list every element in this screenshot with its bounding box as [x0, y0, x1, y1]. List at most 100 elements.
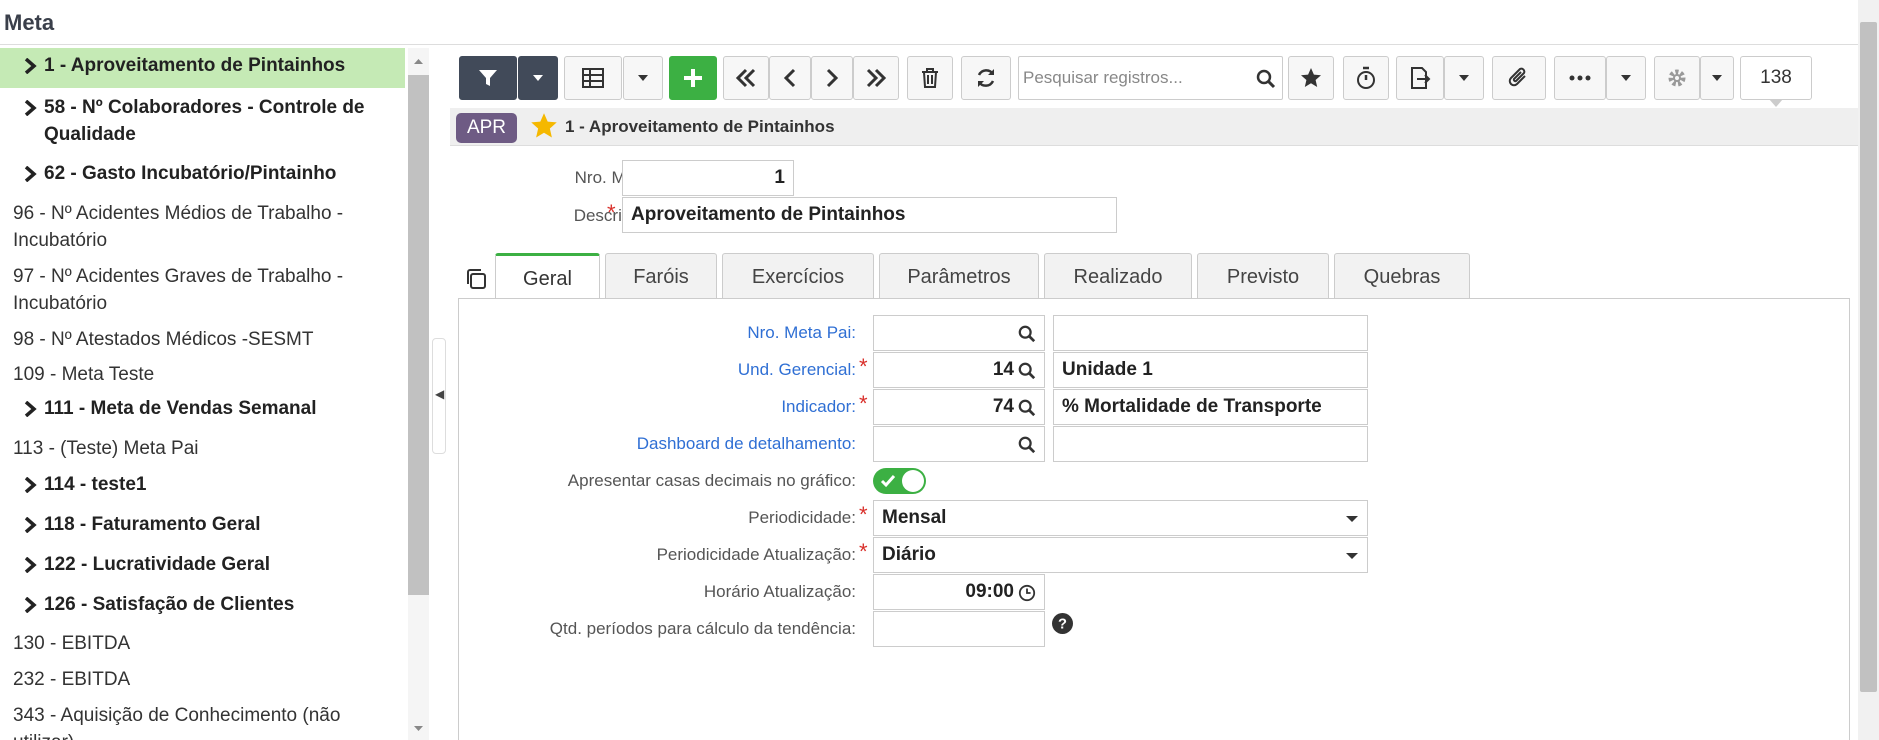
search-icon[interactable] — [1018, 362, 1036, 380]
tree-item[interactable]: 62 - Gasto Incubatório/Pintainho — [0, 156, 405, 194]
collapse-sidebar-button[interactable]: ◀ — [432, 338, 446, 454]
search-icon[interactable] — [1018, 436, 1036, 454]
scroll-down-icon[interactable] — [412, 724, 425, 734]
first-record-button[interactable] — [723, 56, 769, 100]
periodicidade-atualizacao-select[interactable]: Diário — [873, 537, 1368, 573]
tree-item[interactable]: 126 - Satisfação de Clientes — [0, 587, 405, 625]
tree-item[interactable]: 113 - (Teste) Meta Pai — [0, 431, 405, 465]
search-icon[interactable] — [1018, 399, 1036, 417]
check-icon — [880, 475, 896, 488]
indicador-label[interactable]: Indicador: — [500, 397, 856, 417]
meta-tree: 1 - Aproveitamento de Pintainhos 58 - Nº … — [0, 48, 430, 740]
required-marker: * — [859, 391, 868, 416]
favorites-button[interactable] — [1288, 56, 1334, 100]
chevron-right-icon[interactable] — [22, 517, 38, 533]
more-dropdown-button[interactable] — [1606, 56, 1646, 100]
refresh-button[interactable] — [961, 56, 1011, 100]
delete-button[interactable] — [907, 56, 953, 100]
tree-item[interactable]: 232 - EBITDA — [0, 662, 405, 696]
und-gerencial-label[interactable]: Und. Gerencial: — [500, 360, 856, 380]
meta-pai-field[interactable] — [873, 315, 1045, 351]
chevron-down-icon — [1621, 75, 1631, 81]
chevron-down-icon — [1346, 516, 1358, 522]
tree-item[interactable]: 109 - Meta Teste — [0, 357, 405, 391]
chevron-right-icon[interactable] — [22, 597, 38, 613]
tab-realizado[interactable]: Realizado — [1044, 253, 1192, 299]
tree-item-label: 130 - EBITDA — [13, 633, 131, 654]
tab-geral[interactable]: Geral — [495, 253, 600, 300]
tree-item[interactable]: 96 - Nº Acidentes Médios de Trabalho - I… — [0, 196, 405, 258]
next-record-button[interactable] — [811, 56, 853, 100]
page-scrollbar[interactable] — [1858, 0, 1879, 740]
nro-meta-field[interactable]: 1 — [622, 160, 794, 196]
export-dropdown-button[interactable] — [1444, 56, 1484, 100]
search-icon[interactable] — [1018, 325, 1036, 343]
qtd-periodos-field[interactable] — [873, 611, 1045, 647]
prev-record-button[interactable] — [769, 56, 811, 100]
search-icon[interactable] — [1256, 69, 1276, 89]
chevron-right-icon[interactable] — [22, 58, 38, 74]
tab-quebras[interactable]: Quebras — [1334, 253, 1470, 299]
filter-dropdown-button[interactable] — [518, 56, 558, 100]
grid-dropdown-button[interactable] — [623, 56, 663, 100]
copy-icon[interactable] — [464, 267, 488, 291]
tree-item[interactable]: 1 - Aproveitamento de Pintainhos — [0, 48, 405, 88]
tree-item-label: 114 - teste1 — [44, 474, 147, 495]
tree-item[interactable]: 58 - Nº Colaboradores - Controle de Qual… — [0, 90, 405, 154]
favorite-star-icon[interactable] — [530, 112, 558, 140]
tree-item[interactable]: 122 - Lucratividade Geral — [0, 547, 405, 585]
tab-previsto[interactable]: Previsto — [1197, 253, 1329, 299]
attachments-button[interactable] — [1492, 56, 1546, 100]
trash-icon — [922, 68, 938, 88]
descricao-field[interactable]: Aproveitamento de Pintainhos — [622, 197, 1117, 233]
indicador-field[interactable]: 74 — [873, 389, 1045, 425]
svg-text:?: ? — [1058, 617, 1067, 633]
chevron-right-icon[interactable] — [22, 401, 38, 417]
horario-value: 09:00 — [965, 581, 1014, 602]
tree-item[interactable]: 97 - Nº Acidentes Graves de Trabalho - I… — [0, 259, 405, 321]
chevron-right-icon[interactable] — [22, 166, 38, 182]
chevron-right-icon[interactable] — [22, 557, 38, 573]
und-gerencial-field[interactable]: 14 — [873, 352, 1045, 388]
grid-view-button[interactable] — [564, 56, 622, 100]
tree-item[interactable]: 130 - EBITDA — [0, 626, 405, 660]
tab-exercicios[interactable]: Exercícios — [722, 253, 874, 299]
tree-item[interactable]: 98 - Nº Atestados Médicos -SESMT — [0, 322, 405, 356]
add-button[interactable] — [669, 56, 717, 100]
tree-item[interactable]: 111 - Meta de Vendas Semanal — [0, 391, 405, 429]
tree-item[interactable]: 343 - Aquisição de Conhecimento (não uti… — [0, 698, 405, 740]
page-scrollbar-thumb[interactable] — [1860, 22, 1877, 692]
tab-parametros[interactable]: Parâmetros — [879, 253, 1039, 299]
filter-button[interactable] — [459, 56, 517, 100]
casas-decimais-toggle[interactable] — [873, 468, 926, 494]
meta-pai-label[interactable]: Nro. Meta Pai: — [500, 323, 856, 343]
page-title: Meta — [4, 10, 55, 35]
settings-button[interactable] — [1654, 56, 1700, 100]
more-button[interactable] — [1554, 56, 1606, 100]
export-button[interactable] — [1396, 56, 1444, 100]
tab-farois[interactable]: Faróis — [605, 253, 717, 299]
last-icon — [866, 68, 887, 88]
scroll-up-icon[interactable] — [412, 56, 425, 66]
clock-icon[interactable] — [1018, 584, 1036, 602]
tree-item-label: 232 - EBITDA — [13, 669, 131, 690]
periodicidade-select[interactable]: Mensal — [873, 500, 1368, 536]
horario-atualizacao-field[interactable]: 09:00 — [873, 574, 1045, 610]
first-icon — [735, 68, 756, 88]
chevron-right-icon[interactable] — [22, 100, 38, 116]
timer-button[interactable] — [1343, 56, 1389, 100]
settings-dropdown-button[interactable] — [1700, 56, 1734, 100]
dashboard-label[interactable]: Dashboard de detalhamento: — [500, 434, 856, 454]
tree-item-label: 1 - Aproveitamento de Pintainhos — [44, 55, 346, 76]
tree-item[interactable]: 118 - Faturamento Geral — [0, 507, 405, 545]
chevron-right-icon[interactable] — [22, 477, 38, 493]
chevron-down-icon — [1712, 75, 1722, 81]
tree-item[interactable]: 114 - teste1 — [0, 467, 405, 505]
sidebar-scrollbar-thumb[interactable] — [408, 75, 429, 595]
qtd-periodos-label: Qtd. períodos para cálculo da tendência: — [549, 619, 856, 638]
help-icon[interactable]: ? — [1052, 613, 1073, 634]
periodicidade-atualizacao-value: Diário — [882, 544, 936, 565]
search-input[interactable] — [1023, 65, 1243, 91]
dashboard-field[interactable] — [873, 426, 1045, 462]
last-record-button[interactable] — [853, 56, 899, 100]
